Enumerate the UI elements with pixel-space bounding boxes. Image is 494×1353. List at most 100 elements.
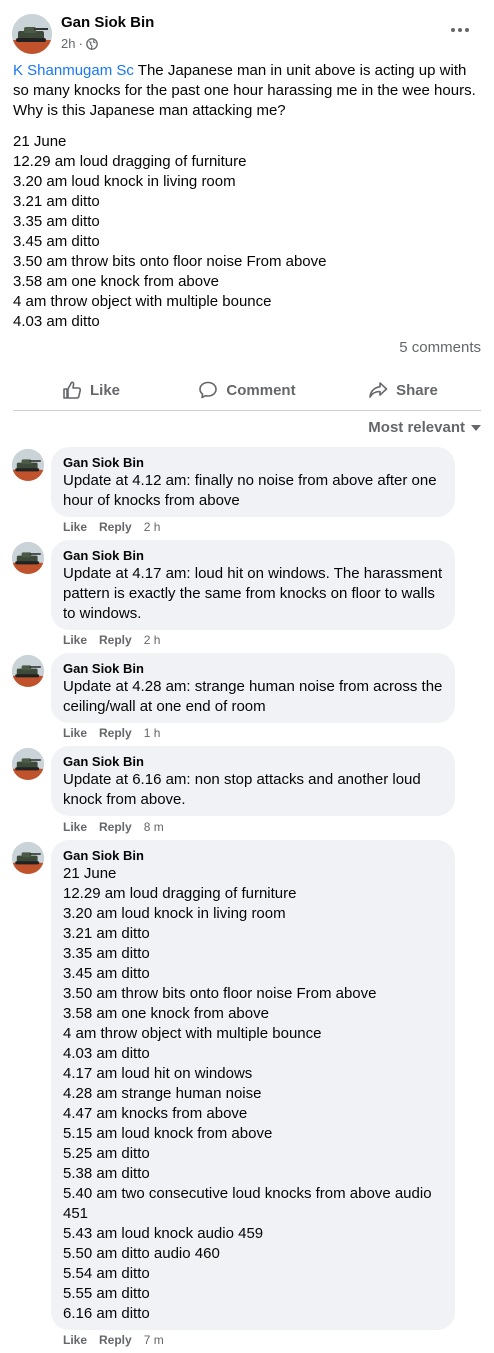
comment-line: 4.03 am ditto xyxy=(63,1045,150,1062)
post-line: 3.58 am one knock from above xyxy=(13,273,219,290)
meta-separator: · xyxy=(78,36,83,51)
comment-like-button[interactable]: Like xyxy=(63,726,87,740)
comment-line: 5.43 am loud knock audio 459 xyxy=(63,1225,264,1242)
comment-actions: Like Reply 2 h xyxy=(63,633,160,647)
comment-actions: Like Reply 7 m xyxy=(63,1333,164,1347)
comment-count[interactable]: 5 comments xyxy=(399,339,481,356)
comment-line: 4.28 am strange human noise xyxy=(63,1085,262,1102)
comment-line: Update at 4.28 am: strange human noise f… xyxy=(63,678,443,715)
post-author-name[interactable]: Gan Siok Bin xyxy=(61,14,154,31)
comment-avatar[interactable] xyxy=(12,655,44,687)
sort-label: Most relevant xyxy=(368,419,465,436)
comment-line: 4.47 am knocks from above xyxy=(63,1105,248,1122)
comment-line: 12.29 am loud dragging of furniture xyxy=(63,885,297,902)
comment-reply-button[interactable]: Reply xyxy=(99,520,132,534)
like-button[interactable]: Like xyxy=(13,372,169,408)
comment-avatar[interactable] xyxy=(12,748,44,780)
post-line: 3.45 am ditto xyxy=(13,233,100,250)
post-line: 3.50 am throw bits onto floor noise From… xyxy=(13,253,327,270)
sort-comments-dropdown[interactable]: Most relevant xyxy=(368,419,481,436)
comment-text: Update at 4.17 am: loud hit on windows. … xyxy=(63,564,443,624)
comment-reply-button[interactable]: Reply xyxy=(99,633,132,647)
comment-line: 5.50 am ditto audio 460 xyxy=(63,1245,220,1262)
comment-reply-button[interactable]: Reply xyxy=(99,1333,132,1347)
comment-line: Update at 6.16 am: non stop attacks and … xyxy=(63,771,421,808)
comment-text: Update at 4.12 am: finally no noise from… xyxy=(63,471,443,511)
comment-time[interactable]: 1 h xyxy=(144,726,161,740)
comment-line: 3.50 am throw bits onto floor noise From… xyxy=(63,985,377,1002)
comment-line: Update at 4.12 am: finally no noise from… xyxy=(63,472,437,509)
comment-like-button[interactable]: Like xyxy=(63,520,87,534)
comment-time[interactable]: 8 m xyxy=(144,820,164,834)
more-options-icon[interactable] xyxy=(448,20,472,40)
post-line: 21 June xyxy=(13,133,67,150)
comment-author[interactable]: Gan Siok Bin xyxy=(63,848,443,864)
post-line: 3.20 am loud knock in living room xyxy=(13,173,236,190)
comment-author[interactable]: Gan Siok Bin xyxy=(63,661,443,677)
comment-reply-button[interactable]: Reply xyxy=(99,726,132,740)
post-line: 3.35 am ditto xyxy=(13,213,100,230)
comment-line: 3.35 am ditto xyxy=(63,945,150,962)
comment-reply-button[interactable]: Reply xyxy=(99,820,132,834)
post-lines: 21 June 12.29 am loud dragging of furnitu… xyxy=(13,132,483,332)
comment-line: Update at 4.17 am: loud hit on windows. … xyxy=(63,565,443,622)
post-body: K Shanmugam Sc The Japanese man in unit … xyxy=(13,61,483,332)
comment-time[interactable]: 7 m xyxy=(144,1333,164,1347)
comment-bubble: Gan Siok Bin Update at 4.17 am: loud hit … xyxy=(51,540,455,630)
post-line: 12.29 am loud dragging of furniture xyxy=(13,153,247,170)
comment-icon xyxy=(199,381,218,399)
comment-line: 5.38 am ditto xyxy=(63,1165,150,1182)
comment-line: 21 June xyxy=(63,865,117,882)
comment-line: 5.40 am two consecutive loud knocks from… xyxy=(63,1185,432,1222)
post-line: 4.03 am ditto xyxy=(13,313,100,330)
post-time[interactable]: 2h xyxy=(61,36,75,51)
comment-line: 4.17 am loud hit on windows xyxy=(63,1065,253,1082)
comment-actions: Like Reply 1 h xyxy=(63,726,160,740)
comment-label: Comment xyxy=(226,381,296,399)
comment-bubble: Gan Siok Bin Update at 4.28 am: strange h… xyxy=(51,653,455,723)
comment-author[interactable]: Gan Siok Bin xyxy=(63,455,443,471)
comment-avatar[interactable] xyxy=(12,542,44,574)
comment-line: 5.15 am loud knock from above xyxy=(63,1125,273,1142)
thumbs-up-icon xyxy=(63,381,82,399)
comment-avatar[interactable] xyxy=(12,449,44,481)
comment-button[interactable]: Comment xyxy=(169,372,325,408)
comment-avatar[interactable] xyxy=(12,842,44,874)
comment-author[interactable]: Gan Siok Bin xyxy=(63,754,443,770)
share-label: Share xyxy=(396,381,438,399)
post-header: Gan Siok Bin 2h · xyxy=(12,12,482,54)
comment-actions: Like Reply 8 m xyxy=(63,820,164,834)
comment-actions: Like Reply 2 h xyxy=(63,520,160,534)
comment-text: Update at 4.28 am: strange human noise f… xyxy=(63,677,443,717)
comment-like-button[interactable]: Like xyxy=(63,820,87,834)
comment-line: 5.54 am ditto xyxy=(63,1265,150,1282)
share-button[interactable]: Share xyxy=(325,372,481,408)
globe-icon xyxy=(85,37,98,50)
mention-link[interactable]: K Shanmugam Sc xyxy=(13,62,134,79)
like-label: Like xyxy=(89,381,120,399)
comment-time[interactable]: 2 h xyxy=(144,520,161,534)
comment-line: 3.20 am loud knock in living room xyxy=(63,905,286,922)
comment-bubble: Gan Siok Bin 21 June 12.29 am loud draggin… xyxy=(51,840,455,1330)
comment-line: 5.55 am ditto xyxy=(63,1285,150,1302)
comment-line: 6.16 am ditto xyxy=(63,1305,150,1322)
post-line: 3.21 am ditto xyxy=(13,193,100,210)
divider xyxy=(13,410,481,411)
comment-like-button[interactable]: Like xyxy=(63,1333,87,1347)
comment-like-button[interactable]: Like xyxy=(63,633,87,647)
comment-line: 3.45 am ditto xyxy=(63,965,150,982)
comment-time[interactable]: 2 h xyxy=(144,633,161,647)
comment-line: 5.25 am ditto xyxy=(63,1145,150,1162)
author-avatar[interactable] xyxy=(12,14,52,54)
comment-text: Update at 6.16 am: non stop attacks and … xyxy=(63,770,443,810)
post-line: 4 am throw object with multiple bounce xyxy=(13,293,272,310)
comment-line: 3.21 am ditto xyxy=(63,925,150,942)
comment-bubble: Gan Siok Bin Update at 4.12 am: finally n… xyxy=(51,447,455,517)
post-intro: K Shanmugam Sc The Japanese man in unit … xyxy=(13,61,483,121)
share-icon xyxy=(369,382,388,398)
post-meta: 2h · xyxy=(61,36,98,51)
post-action-bar: Like Comment Share xyxy=(13,372,481,408)
caret-down-icon xyxy=(471,424,481,431)
comment-line: 3.58 am one knock from above xyxy=(63,1005,269,1022)
comment-author[interactable]: Gan Siok Bin xyxy=(63,548,443,564)
